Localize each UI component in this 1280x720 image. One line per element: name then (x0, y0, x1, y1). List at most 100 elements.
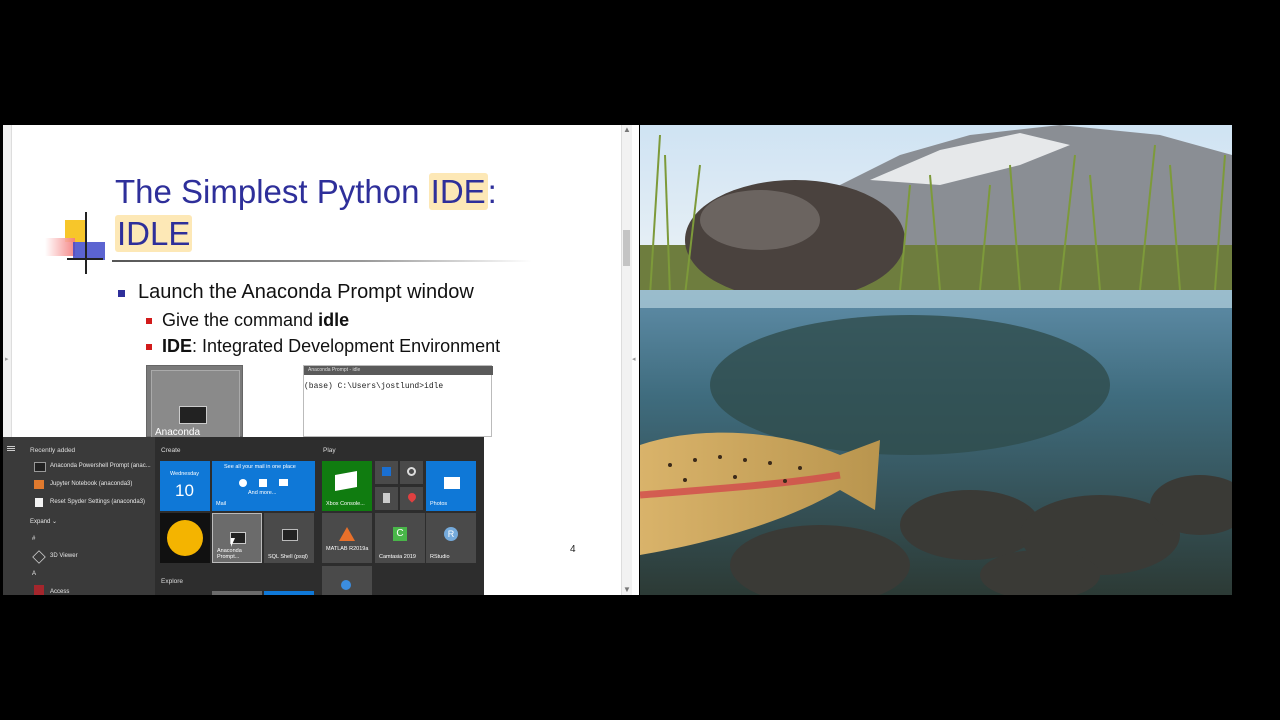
console-title: Anaconda Prompt - idle (308, 367, 361, 373)
title-colon: : (487, 173, 497, 210)
camtasia-tile[interactable]: C Camtasia 2019 (375, 513, 425, 563)
sub2-bold: IDE (162, 336, 193, 356)
powershell-icon (34, 462, 46, 472)
matlab-tile[interactable]: MATLAB R2019a (322, 513, 372, 563)
camtasia-icon: C (393, 527, 407, 541)
skype-tile[interactable] (322, 566, 372, 595)
photo-icon (444, 477, 460, 489)
terminal-icon (282, 529, 298, 541)
section-hash[interactable]: # (32, 536, 35, 542)
sub-bullet-marker (146, 318, 152, 324)
mail-label: Mail (216, 501, 227, 507)
calculator-tile[interactable] (375, 487, 398, 510)
title-divider (112, 260, 532, 262)
matlab-label: MATLAB R2019a (326, 546, 369, 552)
mail-more: And more... (248, 490, 277, 496)
play-group-label: Play (323, 447, 336, 454)
calendar-tile[interactable]: Wednesday 10 (160, 461, 210, 511)
sub2-text: : Integrated Development Environment (192, 336, 501, 356)
slide-scrollbar[interactable]: ▲ ▼ (621, 125, 632, 595)
recent-item[interactable]: Reset Spyder Settings (anaconda3) (50, 499, 145, 505)
keeper-tile[interactable] (160, 513, 210, 563)
rstudio-label: RStudio (430, 554, 450, 560)
rstudio-icon: R (444, 527, 458, 541)
mail-tile[interactable]: See all your mail in one place And more.… (212, 461, 315, 511)
groove-tile[interactable] (400, 461, 423, 484)
xbox-tile[interactable]: Xbox Console... (322, 461, 372, 511)
maps-tile[interactable] (400, 487, 423, 510)
title-idle: IDLE (115, 215, 193, 252)
bullet-marker (118, 290, 125, 297)
splitter-arrow-icon[interactable]: ◂ (632, 355, 636, 363)
calculator-icon (383, 493, 390, 503)
document-icon (35, 498, 43, 507)
matlab-icon (339, 527, 355, 541)
store-tile[interactable] (264, 591, 314, 595)
camtasia-label: Camtasia 2019 (379, 554, 416, 560)
app-logo-icon (167, 520, 203, 556)
movies-tile[interactable] (375, 461, 398, 484)
scroll-thumb[interactable] (623, 230, 630, 266)
outlook-icon (259, 479, 267, 487)
sub-bullet-2: IDE: Integrated Development Environment (162, 336, 500, 357)
skype-icon (341, 580, 351, 590)
console-command-text: (base) C:\Users\jostlund>idle (304, 382, 444, 391)
title-highlight: IDE (428, 173, 488, 210)
recent-item[interactable]: Jupyter Notebook (anaconda3) (50, 481, 132, 487)
explore-group-label: Explore (161, 578, 184, 585)
sql-shell-label: SQL Shell (psql) (268, 554, 308, 560)
sql-shell-tile[interactable]: SQL Shell (psql) (264, 513, 314, 563)
start-menu-app-list: Recently added Anaconda Powershell Promp… (3, 437, 155, 595)
scroll-down-icon[interactable]: ▼ (622, 585, 632, 595)
console-thumbnail: Anaconda Prompt - idle (base) C:\Users\j… (303, 365, 493, 437)
explore-tile[interactable] (212, 591, 262, 595)
terminal-icon (179, 406, 207, 424)
app-3d-viewer[interactable]: 3D Viewer (50, 553, 78, 559)
console-titlebar: Anaconda Prompt - idle (304, 366, 493, 375)
slide-logo-decoration (45, 212, 115, 277)
rstudio-tile[interactable]: R RStudio (426, 513, 476, 563)
xbox-console-icon (335, 471, 357, 491)
expand-label: Expand (30, 519, 51, 525)
page-number: 4 (570, 544, 576, 555)
envelope-icon (279, 479, 288, 486)
sub1-bold: idle (318, 310, 350, 330)
sub-bullet-1: Give the command idle (162, 310, 349, 331)
app-access[interactable]: Access (50, 589, 69, 595)
calendar-date: 10 (175, 481, 194, 500)
bullet-main: Launch the Anaconda Prompt window (138, 281, 474, 303)
jupyter-icon (34, 480, 44, 489)
google-icon (239, 479, 247, 487)
film-icon (382, 467, 391, 476)
disc-icon (407, 467, 416, 476)
mouse-cursor-icon (231, 538, 235, 547)
chevron-down-icon: ⌄ (52, 519, 58, 525)
title-text: The Simplest Python (115, 173, 429, 210)
recent-item[interactable]: Anaconda Powershell Prompt (anac... (50, 463, 151, 469)
access-icon (34, 585, 44, 595)
left-pane-arrow-icon[interactable]: ▸ (5, 355, 9, 363)
photo-illustration (640, 125, 1232, 595)
sub1-text: Give the command (162, 310, 319, 330)
anaconda-prompt-tile[interactable]: Anaconda Prompt... (212, 513, 262, 563)
anaconda-tile-thumbnail: Anaconda (146, 365, 243, 444)
photos-label: Photos (430, 501, 448, 507)
expand-link[interactable]: Expand ⌄ (30, 518, 57, 525)
start-menu-screenshot: Recently added Anaconda Powershell Promp… (3, 437, 484, 595)
mail-header: See all your mail in one place (224, 464, 296, 470)
hamburger-icon[interactable] (7, 446, 15, 447)
map-pin-icon (406, 491, 418, 503)
slide-title-line2: IDLE (115, 213, 193, 255)
anaconda-prompt-label: Anaconda Prompt... (217, 548, 242, 560)
xbox-label: Xbox Console... (326, 501, 365, 507)
create-group-label: Create (161, 447, 181, 454)
recently-added-label: Recently added (30, 447, 76, 454)
trout-stream-photo (640, 125, 1232, 595)
slide-title: The Simplest Python IDE: (115, 171, 497, 213)
cube-icon (32, 550, 46, 564)
photos-tile[interactable]: Photos (426, 461, 476, 511)
scroll-up-icon[interactable]: ▲ (622, 125, 632, 135)
sub-bullet-marker (146, 344, 152, 350)
section-a[interactable]: A (32, 571, 36, 577)
calendar-day: Wednesday (170, 471, 199, 477)
